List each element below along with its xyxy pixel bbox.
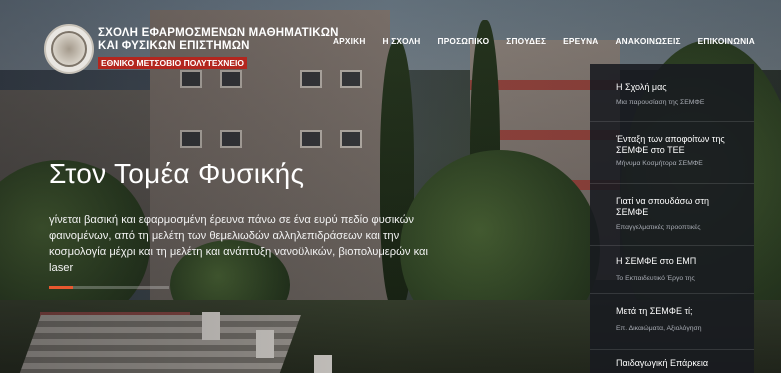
sidebar-item-subtitle: Επ. Δικαιώματα, Αξιολόγηση (616, 325, 702, 332)
school-name-line2: ΚΑΙ ΦΥΣΙΚΩΝ ΕΠΙΣΤΗΜΩΝ (98, 40, 250, 52)
nav-research[interactable]: ΕΡΕΥΝΑ (563, 36, 598, 46)
university-name: ΕΘΝΙΚΟ ΜΕΤΣΟΒΙΟ ΠΟΛΥΤΕΧΝΕΙΟ (98, 57, 248, 69)
nav-home[interactable]: ΑΡΧΙΚΗ (333, 36, 366, 46)
sidebar-item-our-school[interactable]: Η Σχολή μας Μια παρουσίαση της ΣΕΜΦΕ (590, 82, 754, 122)
nav-staff[interactable]: ΠΡΟΣΩΠΙΚΟ (438, 36, 490, 46)
sidebar-item-title: Η ΣΕΜΦΕ στο ΕΜΠ (616, 256, 697, 266)
sidebar-item-after-semfe[interactable]: Μετά τη ΣΕΜΦΕ τί; Επ. Δικαιώματα, Αξιολό… (590, 306, 754, 350)
sidebar-item-tee[interactable]: Ένταξη των αποφοίτων της ΣΕΜΦΕ στο ΤΕΕ Μ… (590, 134, 754, 184)
university-seal-icon (44, 24, 94, 74)
sidebar-item-subtitle: Το Εκπαιδευτικό Έργο της (616, 275, 695, 282)
sidebar-item-title: Ένταξη των αποφοίτων της ΣΕΜΦΕ στο ΤΕΕ (616, 134, 725, 155)
sidebar-item-subtitle: Επαγγελματικές προοπτικές (616, 224, 701, 231)
site-logo-link[interactable]: ΣΧΟΛΗ ΕΦΑΡΜΟΣΜΕΝΩΝ ΜΑΘΗΜΑΤΙΚΩΝ ΚΑΙ ΦΥΣΙΚ… (44, 24, 339, 74)
school-name: ΣΧΟΛΗ ΕΦΑΡΜΟΣΜΕΝΩΝ ΜΑΘΗΜΑΤΙΚΩΝ ΚΑΙ ΦΥΣΙΚ… (98, 27, 339, 71)
hero-description: γίνεται βασική και εφαρμοσμένη έρευνα πά… (49, 214, 428, 274)
nav-announcements[interactable]: ΑΝΑΚΟΙΝΩΣΕΙΣ (615, 36, 680, 46)
sidebar-item-why-study[interactable]: Γιατί να σπουδάσω στη ΣΕΜΦΕ Επαγγελματικ… (590, 196, 754, 246)
sidebar-item-subtitle: Μια παρουσίαση της ΣΕΜΦΕ (616, 99, 705, 106)
sidebar-item-title: Γιατί να σπουδάσω στη ΣΕΜΦΕ (616, 196, 710, 217)
nav-studies[interactable]: ΣΠΟΥΔΕΣ (506, 36, 546, 46)
sidebar-item-pedagogical[interactable]: Παιδαγωγική Επάρκεια (590, 358, 754, 373)
slide-progress-fill (49, 286, 73, 289)
school-name-line1: ΣΧΟΛΗ ΕΦΑΡΜΟΣΜΕΝΩΝ ΜΑΘΗΜΑΤΙΚΩΝ (98, 27, 339, 39)
main-nav: ΑΡΧΙΚΗ Η ΣΧΟΛΗ ΠΡΟΣΩΠΙΚΟ ΣΠΟΥΔΕΣ ΕΡΕΥΝΑ … (316, 36, 755, 46)
nav-contact[interactable]: ΕΠΙΚΟΙΝΩΝΙΑ (698, 36, 755, 46)
slide-progress (49, 286, 169, 289)
sidebar-item-title: Μετά τη ΣΕΜΦΕ τί; (616, 306, 693, 316)
hero-title: Στον Τομέα Φυσικής (49, 158, 305, 189)
sidebar-item-title: Η Σχολή μας (616, 82, 667, 92)
sidebar-item-subtitle: Μήνυμα Κοσμήτορα ΣΕΜΦΕ (616, 160, 703, 167)
sidebar-item-title: Παιδαγωγική Επάρκεια (616, 358, 709, 368)
nav-school[interactable]: Η ΣΧΟΛΗ (383, 36, 421, 46)
sidebar-item-semfe-ntua[interactable]: Η ΣΕΜΦΕ στο ΕΜΠ Το Εκπαιδευτικό Έργο της (590, 256, 754, 294)
sidebar-panel: Η Σχολή μας Μια παρουσίαση της ΣΕΜΦΕ Έντ… (590, 64, 754, 373)
